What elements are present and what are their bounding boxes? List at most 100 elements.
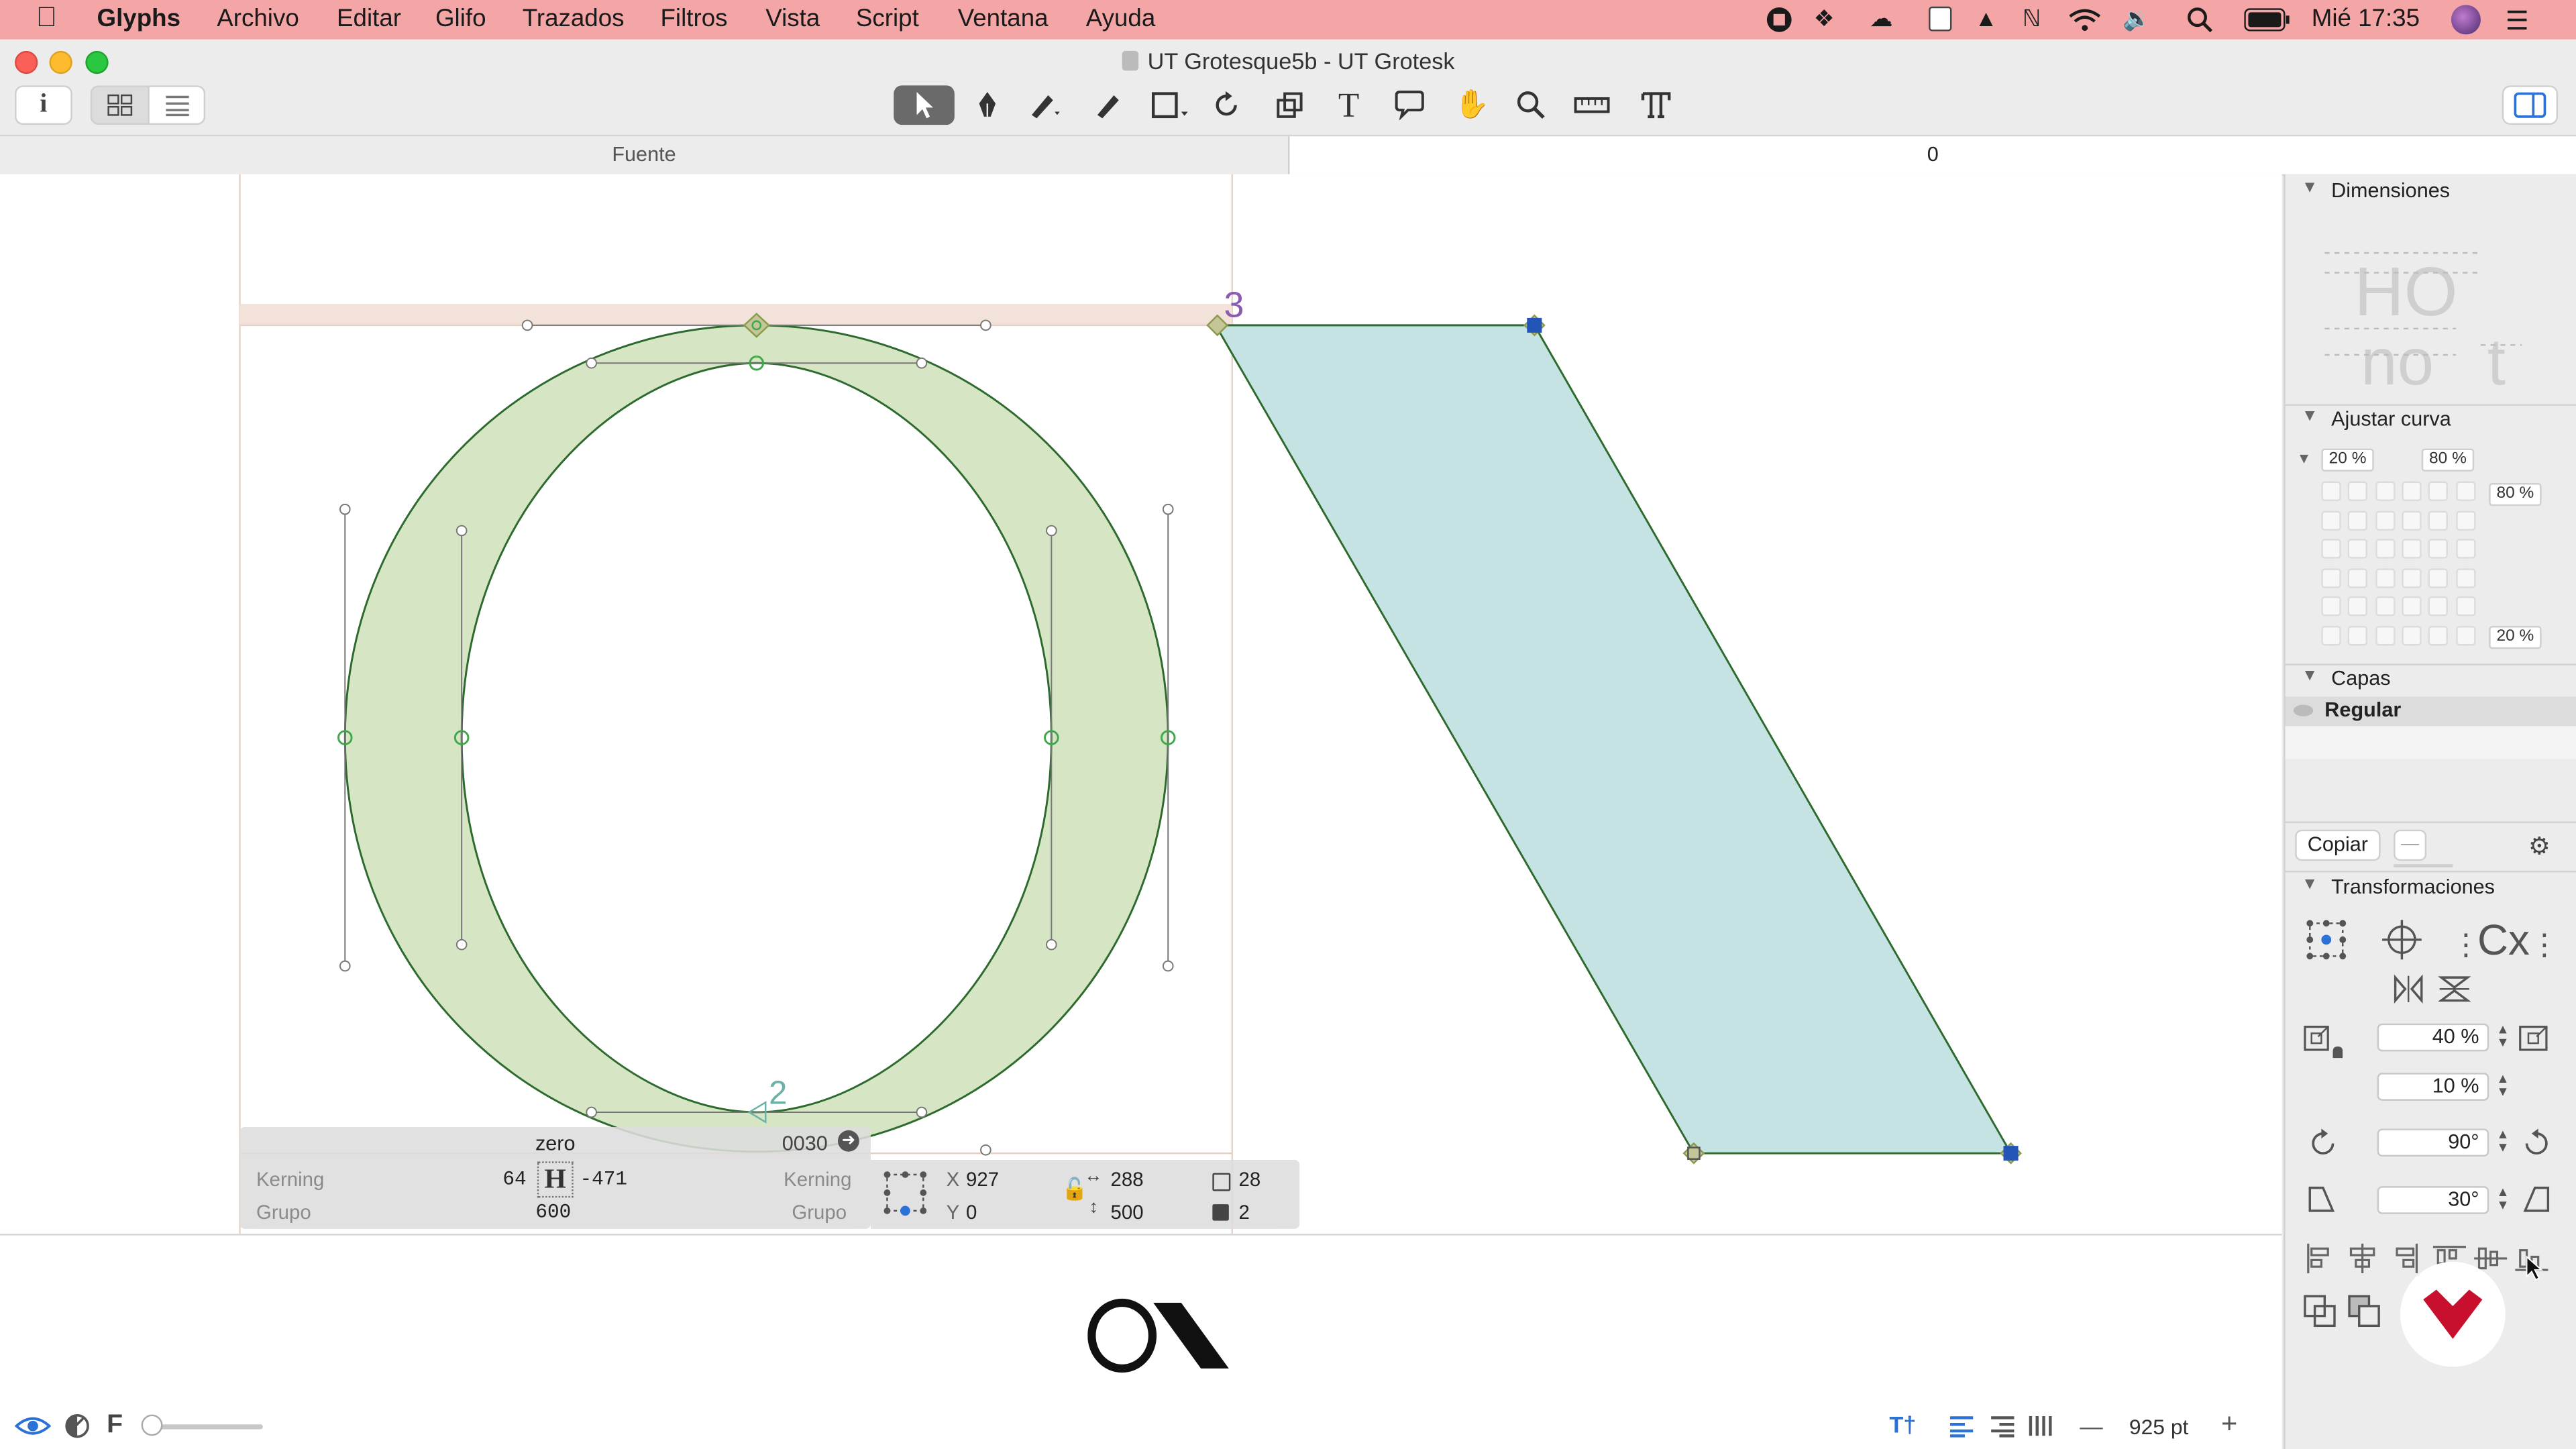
lock-icon[interactable]: ▲ — [1975, 5, 1998, 31]
measure-tool-button[interactable] — [1567, 85, 1616, 125]
curve-grid-cell[interactable] — [2375, 510, 2395, 530]
curve-grid-cell[interactable] — [2428, 596, 2449, 616]
gear-icon[interactable]: ⚙ — [2528, 831, 2551, 861]
selected-node-bottom-right[interactable] — [2003, 1146, 2019, 1161]
rotate-cw-icon[interactable] — [2522, 1127, 2551, 1157]
curve-grid-cell[interactable] — [2402, 625, 2422, 645]
menu-ayuda[interactable]: Ayuda — [1086, 5, 1156, 33]
curve-grid-cell[interactable] — [2375, 481, 2395, 501]
layer-row-regular[interactable]: Regular — [2285, 696, 2576, 727]
curve-grid-cell[interactable] — [2428, 481, 2449, 501]
dropbox-icon[interactable]: ❖ — [1814, 5, 1835, 33]
curve-grid-cell[interactable] — [2428, 568, 2449, 588]
slant-stepper[interactable]: ▲ ▼ — [2496, 1185, 2510, 1214]
draw-tool-button[interactable] — [963, 85, 1012, 125]
record-icon[interactable] — [1764, 7, 1794, 33]
zoom-tool-button[interactable] — [1507, 85, 1556, 125]
curve-grid-cell[interactable] — [2428, 625, 2449, 645]
curve-grid-cell[interactable] — [2402, 568, 2422, 588]
curve-grid-cell[interactable] — [2455, 510, 2475, 530]
layer-visibility-icon[interactable] — [2293, 704, 2314, 716]
font-toggle-button[interactable]: F — [107, 1411, 123, 1441]
pen-tool-button[interactable] — [1020, 85, 1069, 125]
curve-grid-cell[interactable] — [2321, 596, 2341, 616]
transform-origin-selection-icon[interactable] — [2305, 918, 2348, 961]
scale-y-field[interactable]: 10 % — [2377, 1073, 2489, 1101]
curve-grid-cell[interactable] — [2455, 481, 2475, 501]
curve-grid-cell[interactable] — [2375, 625, 2395, 645]
flip-horizontal-icon[interactable] — [2392, 974, 2425, 1004]
boolean-subtract-icon[interactable] — [2348, 1295, 2381, 1328]
curve-grid-cell[interactable] — [2321, 539, 2341, 559]
layer-resize-handle[interactable] — [2394, 864, 2453, 868]
curve-grid-cell[interactable] — [2402, 510, 2422, 530]
text-direction-icon[interactable]: T† — [1889, 1411, 1916, 1438]
curve-grid-cell[interactable] — [2428, 510, 2449, 530]
select-tool-button[interactable] — [894, 85, 955, 125]
slant-left-icon[interactable] — [2306, 1185, 2336, 1214]
curve-grid-cell[interactable] — [2348, 481, 2368, 501]
curve-grid-cell[interactable] — [2348, 539, 2368, 559]
right-sidebearing-value[interactable]: -471 — [580, 1168, 627, 1191]
rectangle-tool-button[interactable] — [1145, 85, 1194, 125]
section-transform-header[interactable]: ▼ Transformaciones — [2286, 875, 2576, 905]
selection-width-value[interactable]: 288 — [1111, 1168, 1144, 1191]
scale-tool-button[interactable] — [1265, 85, 1314, 125]
zoom-level[interactable]: 925 pt — [2129, 1415, 2189, 1440]
slash-shape[interactable] — [1214, 324, 2013, 1155]
grid-view-button[interactable] — [90, 85, 148, 125]
rotate-field[interactable]: 90° — [2377, 1128, 2489, 1157]
menu-app-glyphs[interactable]: Glyphs — [97, 5, 180, 33]
align-left-icon[interactable] — [1948, 1415, 1974, 1438]
scale-up-icon[interactable] — [2518, 1024, 2551, 1053]
flip-vertical-icon[interactable] — [2438, 974, 2471, 1004]
volume-icon[interactable]: 🔉 — [2123, 5, 2151, 33]
notes-icon[interactable] — [1929, 6, 1952, 32]
siri-icon[interactable] — [2451, 5, 2481, 35]
rotate-ccw-icon[interactable] — [2308, 1127, 2338, 1157]
glyph-width-value[interactable]: 600 — [535, 1201, 571, 1224]
menu-editar[interactable]: Editar — [337, 5, 401, 33]
curve-grid-cell[interactable] — [2455, 596, 2475, 616]
transform-origin-metrics[interactable]: ⋮Cx⋮ — [2451, 915, 2559, 966]
x-value[interactable]: 927 — [966, 1168, 999, 1191]
scale-x-field[interactable]: 40 % — [2377, 1023, 2489, 1052]
edit-canvas[interactable]: 2 3 zero 0030 ➜ Kerning Grupo 64 H -471 … — [0, 174, 2282, 1234]
section-curve-header[interactable]: ▼ Ajustar curva — [2286, 407, 2576, 437]
tab-edit[interactable]: 0 — [1289, 136, 2576, 174]
reference-point-icon[interactable] — [882, 1170, 928, 1219]
rotate-tool-button[interactable] — [1203, 85, 1252, 125]
curve-grid-cell[interactable] — [2348, 510, 2368, 530]
selection-height-value[interactable]: 500 — [1111, 1201, 1144, 1224]
curve-grid-cell[interactable] — [2321, 510, 2341, 530]
scale-y-stepper[interactable]: ▲ ▼ — [2496, 1072, 2510, 1101]
toggle-sidebar-button[interactable] — [2502, 85, 2559, 125]
menu-archivo[interactable]: Archivo — [217, 5, 299, 33]
menu-ventana[interactable]: Ventana — [958, 5, 1049, 33]
text-tool-button[interactable]: T — [1324, 85, 1373, 125]
zoom-in-button[interactable]: + — [2221, 1408, 2237, 1441]
slider-knob[interactable] — [141, 1414, 163, 1436]
wifi-icon[interactable] — [2068, 8, 2101, 32]
slant-right-icon[interactable] — [2522, 1185, 2551, 1214]
list-view-button[interactable] — [148, 85, 206, 125]
zoom-out-button[interactable]: — — [2080, 1413, 2102, 1439]
rotate-stepper[interactable]: ▲ ▼ — [2496, 1128, 2510, 1157]
selected-node-top-right[interactable] — [1527, 317, 1542, 333]
bluetooth-icon[interactable]: ℕ — [2023, 5, 2041, 33]
unicode-field[interactable]: 0030 — [782, 1132, 828, 1155]
menu-vista[interactable]: Vista — [765, 5, 820, 33]
curve-vmax-field[interactable]: 80 % — [2489, 483, 2542, 506]
align-right-icon[interactable] — [1990, 1415, 2016, 1438]
glyph-editor-svg[interactable]: 2 3 — [0, 174, 2282, 1234]
menu-filtros[interactable]: Filtros — [660, 5, 727, 33]
spotlight-search-icon[interactable] — [2187, 7, 2213, 33]
contrast-icon[interactable] — [64, 1413, 91, 1439]
preview-size-slider[interactable] — [148, 1424, 263, 1430]
tab-font[interactable]: Fuente — [0, 136, 1290, 174]
slant-field[interactable]: 30° — [2377, 1186, 2489, 1214]
scale-down-icon[interactable] — [2303, 1024, 2343, 1067]
curve-grid-cell[interactable] — [2321, 481, 2341, 501]
hand-tool-button[interactable]: ✋ — [1448, 85, 1497, 125]
curve-grid-cell[interactable] — [2428, 539, 2449, 559]
